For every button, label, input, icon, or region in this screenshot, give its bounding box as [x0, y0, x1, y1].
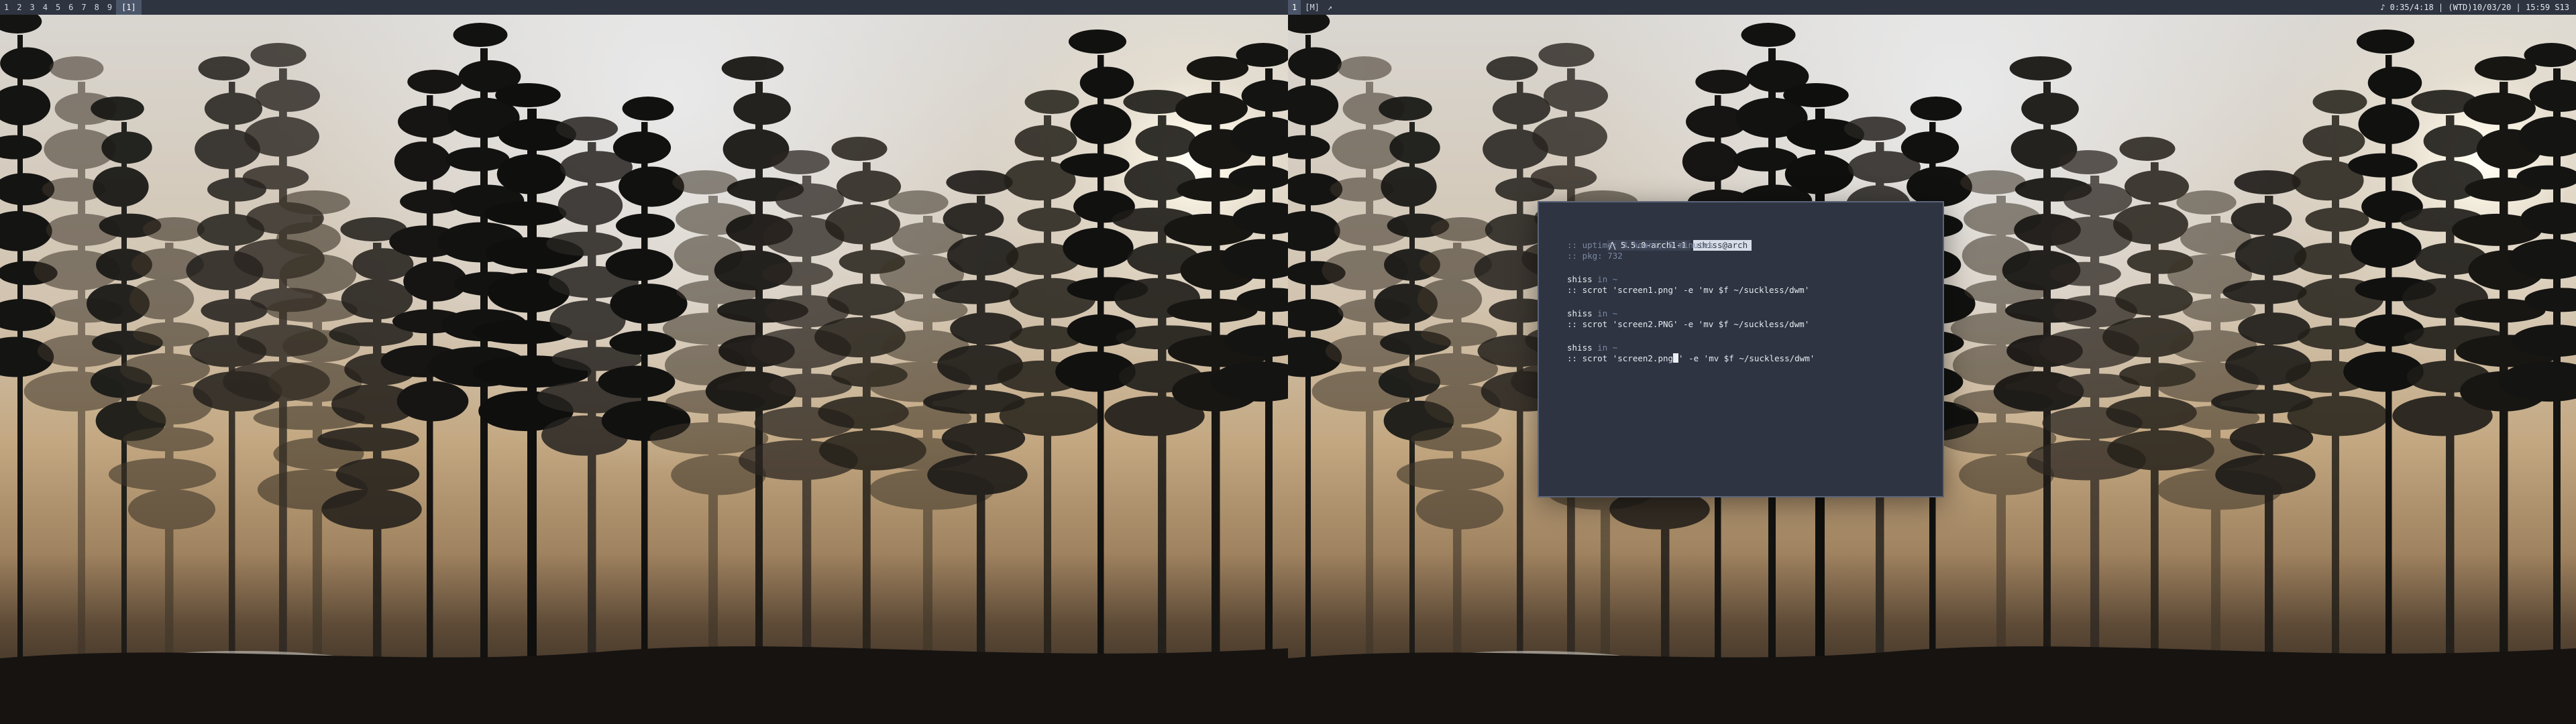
monitor-right: 1 [M] ↗ ♪ 0:35/4:18 | (WTD)10/03/20 | 15…: [1288, 0, 2576, 724]
layout-symbol[interactable]: [1]: [116, 0, 142, 15]
forest-silhouette-left: [0, 15, 1288, 724]
tag-7[interactable]: 7: [77, 0, 90, 15]
command-text-before-cursor: :: scrot 'screen2.png: [1567, 353, 1674, 363]
terminal-content[interactable]: ⋀ 5.5.0-arch1-1 shiss@arch :: uptime: 4 h…: [1539, 202, 1943, 364]
tag-1[interactable]: 1: [0, 0, 13, 15]
wallpaper-left: [0, 15, 1288, 724]
prompt-location: in ~: [1592, 308, 1618, 318]
tag-2[interactable]: 2: [13, 0, 25, 15]
prompt-user: shiss: [1567, 274, 1593, 284]
status-bar-right: 1 [M] ↗ ♪ 0:35/4:18 | (WTD)10/03/20 | 15…: [1288, 0, 2576, 15]
floating-icon[interactable]: ↗: [1324, 0, 1336, 15]
monitor-left: 1 2 3 4 5 6 7 8 9 [1]: [0, 0, 1288, 724]
uptime-line: :: uptime: 4 hours, 5 minutes: [1567, 240, 1714, 250]
command-text-after-cursor: ' -e 'mv $f ~/suckless/dwm': [1678, 353, 1815, 363]
status-text: ♪ 0:35/4:18 | (WTD)10/03/20 | 15:59 S13: [2380, 3, 2569, 12]
tag-6[interactable]: 6: [64, 0, 77, 15]
tag-9[interactable]: 9: [103, 0, 116, 15]
prompt-user: shiss: [1567, 343, 1593, 353]
pkg-line: :: pkg: 732: [1567, 251, 1623, 261]
layout-monocle[interactable]: [M]: [1301, 0, 1324, 15]
status-bar-left: 1 2 3 4 5 6 7 8 9 [1]: [0, 0, 1288, 15]
tag-8[interactable]: 8: [91, 0, 103, 15]
terminal-window[interactable]: ⋀ 5.5.0-arch1-1 shiss@arch :: uptime: 4 h…: [1538, 201, 1944, 497]
history-prompt-2: shiss in ~: [1567, 308, 1943, 319]
text-cursor: [1673, 353, 1679, 363]
history-command-2: :: scrot 'screen2.PNG' -e 'mv $f ~/suckl…: [1567, 319, 1810, 329]
tag-1[interactable]: 1: [1288, 0, 1301, 15]
prompt-user: shiss: [1567, 308, 1593, 318]
history-prompt-1: shiss in ~: [1567, 274, 1943, 285]
history-command-1: :: scrot 'screen1.png' -e 'mv $f ~/suckl…: [1567, 285, 1810, 295]
prompt-header: ⋀ 5.5.0-arch1-1 shiss@arch: [1567, 229, 1943, 251]
tag-3[interactable]: 3: [25, 0, 38, 15]
tag-5[interactable]: 5: [52, 0, 64, 15]
prompt-location: in ~: [1592, 343, 1618, 353]
tag-4[interactable]: 4: [39, 0, 52, 15]
current-command-input[interactable]: :: scrot 'screen2.png ' -e 'mv $f ~/suckl…: [1567, 353, 1943, 364]
prompt-location: in ~: [1592, 274, 1618, 284]
current-prompt: shiss in ~: [1567, 343, 1943, 353]
